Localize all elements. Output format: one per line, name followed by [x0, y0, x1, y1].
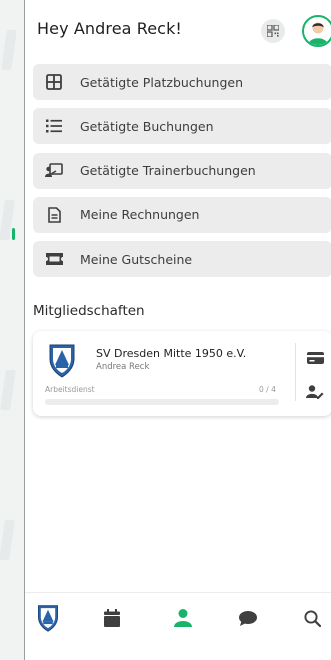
menu-item-rechnungen[interactable]: Meine Rechnungen	[33, 196, 331, 233]
calendar-icon	[104, 609, 120, 627]
greeting-title: Hey Andrea Reck!	[37, 19, 182, 38]
club-logo-icon	[49, 344, 75, 378]
invoice-icon	[45, 206, 63, 224]
menu-item-trainerbuchungen[interactable]: Getätigte Trainerbuchungen	[33, 152, 331, 189]
account-menu: Getätigte Platzbuchungen Getätigte Buchu…	[33, 64, 331, 285]
background-left	[0, 0, 24, 660]
nav-calendar[interactable]	[97, 603, 127, 633]
search-icon	[303, 609, 321, 627]
memberships-heading: Mitgliedschaften	[33, 303, 145, 319]
list-icon	[45, 117, 63, 135]
profile-icon	[174, 609, 192, 627]
menu-item-label: Getätigte Trainerbuchungen	[80, 163, 256, 179]
chat-icon	[239, 610, 257, 626]
grid-icon	[45, 73, 63, 91]
card-divider	[295, 343, 296, 401]
user-avatar-icon	[308, 22, 328, 45]
menu-item-buchungen[interactable]: Getätigte Buchungen	[33, 108, 331, 145]
nav-chat[interactable]	[233, 603, 263, 633]
card-icon	[306, 352, 324, 364]
club-logo-icon	[38, 604, 58, 632]
nav-club[interactable]	[33, 603, 63, 633]
header: Hey Andrea Reck!	[25, 0, 331, 60]
membership-card[interactable]: SV Dresden Mitte 1950 e.V. Andrea Reck A…	[33, 331, 331, 416]
background-decoration	[1, 30, 17, 70]
work-duty-progress-bar	[45, 399, 279, 405]
work-duty-count: 0 / 4	[259, 385, 276, 394]
menu-item-label: Meine Gutscheine	[80, 251, 193, 267]
background-accent	[12, 228, 15, 240]
work-duty-label: Arbeitsdienst	[45, 385, 95, 394]
menu-item-platzbuchungen[interactable]: Getätigte Platzbuchungen	[33, 64, 331, 100]
membership-card-button[interactable]	[305, 349, 325, 367]
member-name: Andrea Reck	[96, 362, 150, 372]
user-edit-icon	[306, 385, 324, 399]
background-decoration	[0, 520, 15, 560]
menu-item-label: Getätigte Buchungen	[80, 118, 214, 134]
nav-profile[interactable]	[168, 603, 198, 633]
avatar[interactable]	[302, 15, 331, 47]
edit-member-button[interactable]	[305, 383, 325, 401]
nav-search[interactable]	[297, 603, 327, 633]
voucher-icon	[45, 250, 63, 268]
menu-item-label: Getätigte Platzbuchungen	[80, 74, 243, 90]
menu-item-gutscheine[interactable]: Meine Gutscheine	[33, 241, 331, 278]
bottom-navigation	[25, 592, 331, 646]
app-screen: Hey Andrea Reck! Getätigte Platzbuchunge…	[24, 0, 331, 660]
qr-code-button[interactable]	[261, 19, 285, 43]
trainer-board-icon	[45, 162, 63, 180]
menu-item-label: Meine Rechnungen	[80, 207, 200, 223]
qr-code-icon	[267, 25, 279, 37]
background-decoration	[0, 370, 16, 410]
club-name: SV Dresden Mitte 1950 e.V.	[96, 347, 247, 360]
